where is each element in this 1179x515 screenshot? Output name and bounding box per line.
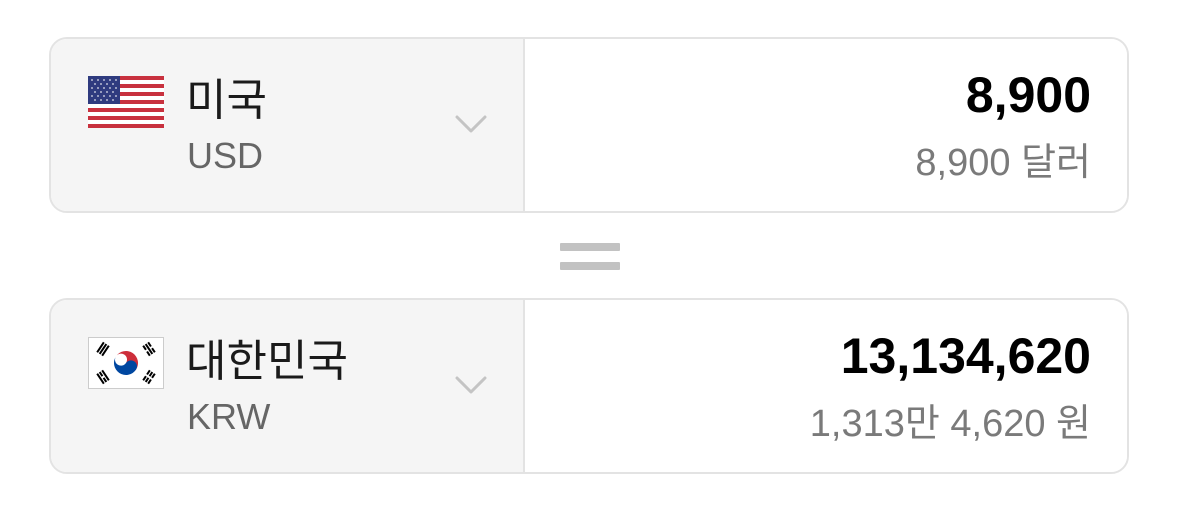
from-currency-row: 미국 USD 8,900 8,900 달러: [49, 37, 1129, 213]
from-currency-select[interactable]: 미국 USD: [51, 39, 525, 211]
from-amount-value: 8,900: [965, 67, 1091, 123]
to-currency-code: KRW: [187, 396, 271, 437]
from-amount-words: 8,900 달러: [915, 142, 1091, 184]
chevron-down-icon[interactable]: [454, 374, 488, 396]
to-currency-row: 대한민국 KRW 13,134,620 1,313만 4,620 원: [49, 298, 1129, 474]
to-country-name: 대한민국: [186, 337, 348, 386]
to-amount-words: 1,313만 4,620 원: [809, 403, 1091, 445]
from-amount-field[interactable]: 8,900 8,900 달러: [525, 39, 1127, 211]
from-currency-code: USD: [187, 135, 264, 176]
us-flag-icon: [88, 76, 164, 128]
currency-converter: 미국 USD 8,900 8,900 달러 대한민국 KRW 13,134,62…: [0, 0, 1179, 515]
from-country-name: 미국: [186, 76, 267, 125]
chevron-down-icon[interactable]: [454, 113, 488, 135]
equals-icon: [560, 243, 620, 271]
to-amount-value: 13,134,620: [840, 328, 1091, 384]
to-currency-select[interactable]: 대한민국 KRW: [51, 300, 525, 472]
to-amount-field[interactable]: 13,134,620 1,313만 4,620 원: [525, 300, 1127, 472]
kr-flag-icon: [88, 337, 164, 389]
